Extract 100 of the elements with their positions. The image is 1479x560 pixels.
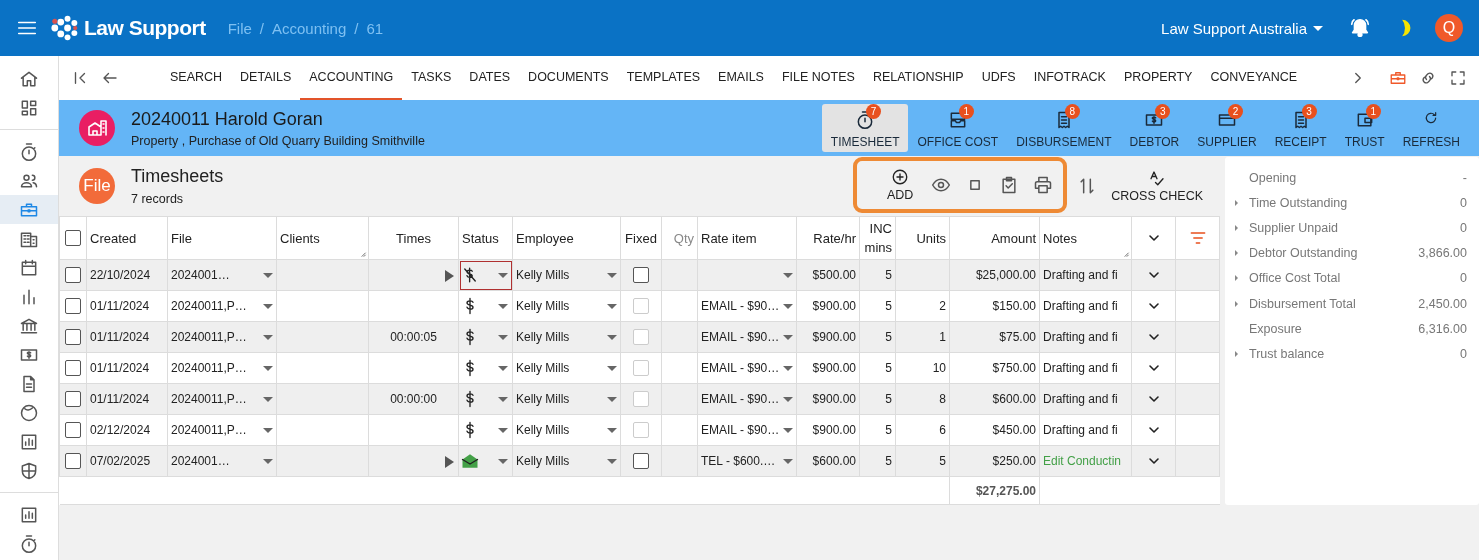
expand-arrow-icon[interactable] — [1235, 199, 1238, 206]
focused-cell[interactable] — [458, 259, 513, 291]
row-checkbox[interactable] — [65, 298, 81, 314]
table-cell: Kelly Mills — [516, 423, 570, 437]
briefcase-icon[interactable] — [0, 195, 58, 224]
tab[interactable]: FILE NOTES — [772, 56, 864, 100]
tab[interactable]: DATES — [460, 56, 520, 100]
fixed-checkbox[interactable] — [633, 453, 649, 469]
table-cell: Drafting and fi — [1043, 423, 1118, 437]
caret-icon[interactable] — [783, 427, 793, 433]
table-cell: 8 — [939, 392, 946, 406]
caret-icon[interactable] — [607, 303, 617, 309]
expand-arrow-icon[interactable] — [1235, 350, 1238, 357]
fullscreen-icon[interactable] — [1449, 69, 1467, 87]
caret-icon[interactable] — [498, 272, 508, 278]
link-icon[interactable] — [1419, 69, 1437, 87]
summary-label: Time Outstanding — [1249, 195, 1349, 210]
tab[interactable]: INFOTRACK — [1024, 56, 1115, 100]
expand-arrow-icon[interactable] — [1235, 275, 1238, 282]
summary-label: Disbursement Total — [1249, 296, 1357, 311]
file-subtitle: Property , Purchase of Old Quarry Building Smithville — [131, 133, 425, 148]
briefcase-icon[interactable] — [1389, 69, 1407, 87]
caret-icon[interactable] — [263, 427, 273, 433]
caret-icon[interactable] — [783, 365, 793, 371]
organisation-dropdown[interactable]: Law Support Australia — [1155, 18, 1329, 38]
column-header[interactable]: Notes — [1043, 230, 1077, 246]
caret-icon[interactable] — [263, 365, 273, 371]
table-cell: 02/12/2024 — [90, 423, 151, 437]
caret-icon[interactable] — [498, 427, 508, 433]
caret-icon[interactable] — [498, 334, 508, 340]
row-checkbox[interactable] — [65, 267, 81, 283]
table-cell: 5 — [885, 423, 892, 437]
add-button[interactable]: ADD — [882, 167, 918, 202]
tab[interactable]: SEARCH — [161, 56, 232, 100]
summary-value: 0 — [1460, 346, 1467, 361]
caret-icon[interactable] — [263, 303, 273, 309]
tab[interactable]: RELATIONSHIP — [863, 56, 973, 100]
table-cell: $750.00 — [992, 361, 1036, 375]
caret-icon[interactable] — [498, 365, 508, 371]
table-cell: $900.00 — [812, 392, 856, 406]
caret-icon[interactable] — [783, 303, 793, 309]
tab[interactable]: DOCUMENTS — [519, 56, 618, 100]
tab[interactable]: DETAILS — [231, 56, 301, 100]
expand-arrow-icon[interactable] — [1235, 224, 1238, 231]
toolbar-button[interactable]: 3 DEBTOR — [1120, 104, 1189, 152]
count-badge: 8 — [1064, 103, 1080, 119]
row-checkbox[interactable] — [65, 422, 81, 438]
caret-icon[interactable] — [607, 365, 617, 371]
toolbar-button[interactable]: 3 RECEIPT — [1265, 104, 1336, 152]
table-cell: Kelly Mills — [516, 454, 570, 468]
toolbar-button[interactable]: 2 SUPPLIER — [1188, 104, 1266, 152]
summary-value: - — [1462, 170, 1467, 185]
expand-arrow-icon[interactable] — [1235, 250, 1238, 257]
tab[interactable]: UDFS — [972, 56, 1025, 100]
toolbar-button[interactable]: 1 TRUST — [1335, 104, 1394, 152]
table-cell: EMAIL - $90… — [701, 423, 780, 437]
toolbar-button[interactable]: 1 OFFICE COST — [908, 104, 1008, 152]
table-cell: EMAIL - $90… — [701, 330, 780, 344]
row-checkbox[interactable] — [65, 360, 81, 376]
toolbar-button[interactable]: 8 DISBURSEMENT — [1007, 104, 1121, 152]
select-all-checkbox[interactable] — [65, 230, 81, 247]
tab[interactable]: TEMPLATES — [617, 56, 710, 100]
column-header[interactable]: File — [171, 230, 192, 246]
print-icon[interactable] — [1033, 174, 1054, 195]
row-checkbox[interactable] — [65, 329, 81, 345]
fixed-checkbox[interactable] — [633, 267, 649, 283]
expand-arrow-icon[interactable] — [1235, 300, 1238, 307]
caret-icon[interactable] — [498, 303, 508, 309]
summary-value: 6,316.00 — [1418, 321, 1467, 336]
caret-icon[interactable] — [607, 427, 617, 433]
column-header[interactable]: Units — [916, 230, 946, 246]
brand-name: Law Support — [84, 16, 206, 40]
caret-icon[interactable] — [498, 458, 508, 464]
table-cell: $75.00 — [999, 330, 1036, 344]
count-badge: 3 — [1155, 103, 1171, 119]
caret-icon[interactable] — [498, 396, 508, 402]
tab[interactable]: TASKS — [402, 56, 461, 100]
toolbar-button[interactable]: REFRESH — [1393, 104, 1469, 152]
bell-icon[interactable] — [1349, 17, 1371, 39]
summary-value: 0 — [1460, 271, 1467, 286]
table-cell: EMAIL - $90… — [701, 361, 780, 375]
table-cell: 5 — [885, 392, 892, 406]
row-checkbox[interactable] — [65, 453, 81, 469]
table-cell: $900.00 — [812, 299, 856, 313]
column-header[interactable]: Clients — [280, 230, 320, 246]
table-cell: Kelly Mills — [516, 392, 570, 406]
toolbar-button[interactable]: 7 TIMESHEET — [821, 104, 909, 152]
summary-value: 0 — [1460, 195, 1467, 210]
table-cell: $500.00 — [812, 268, 856, 282]
column-header[interactable]: Employee — [516, 230, 574, 246]
tab[interactable]: EMAILS — [709, 56, 773, 100]
row-checkbox[interactable] — [65, 391, 81, 407]
table-cell: Drafting and fi — [1043, 330, 1118, 344]
column-header[interactable]: Amount — [991, 230, 1036, 246]
table-cell: $900.00 — [812, 330, 856, 344]
column-header[interactable]: Times — [396, 230, 431, 246]
tab[interactable]: PROPERTY — [1114, 56, 1202, 100]
count-badge: 1 — [958, 103, 974, 119]
cross-check-button[interactable]: CROSS CHECK — [1107, 169, 1207, 203]
tab[interactable]: CONVEYANCE — [1201, 56, 1307, 100]
